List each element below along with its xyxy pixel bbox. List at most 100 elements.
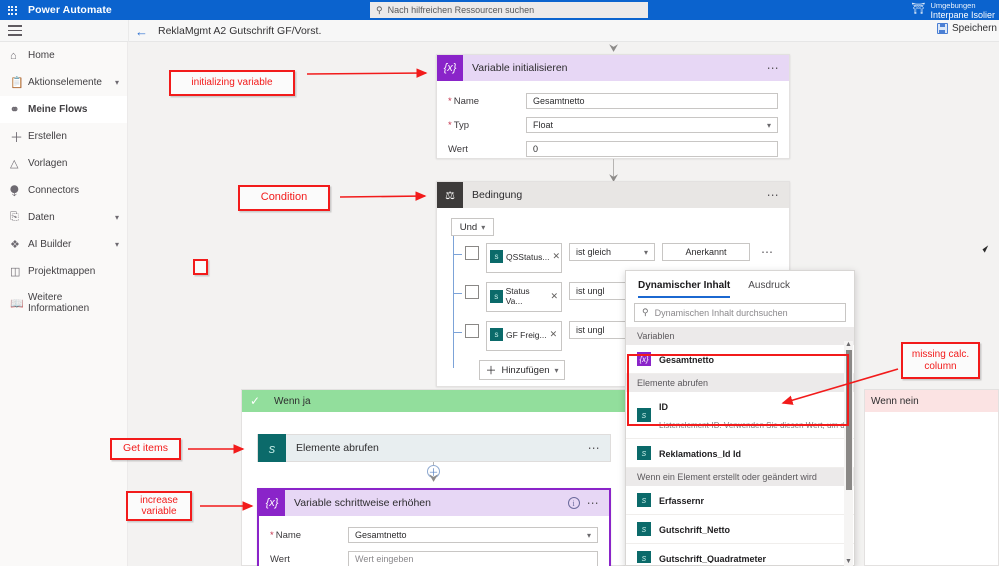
branch-title: Wenn ja [274,395,311,407]
dynamic-item-gutschrift-netto[interactable]: s Gutschrift_Netto [626,515,854,544]
hamburger-menu-icon[interactable] [8,25,22,39]
annotation-label: initializing variable [191,77,273,89]
group-header-elemente-abrufen: Elemente abrufen [626,374,854,392]
action-card-initialize-variable[interactable]: {x} Variable initialisieren ⋯ Name Gesam… [436,54,790,159]
type-select[interactable]: Float ▾ [526,117,778,133]
scrollbar-thumb[interactable] [845,350,852,490]
scroll-down-icon[interactable]: ▼ [845,558,852,566]
field-label: Typ [448,120,526,131]
sharepoint-icon: s [490,289,503,303]
ai-builder-icon: ❖ [10,239,20,251]
sharepoint-icon: s [637,551,651,563]
action-card-increment-variable[interactable]: {x} Variable schrittweise erhöhen i ⋯ Na… [257,488,611,566]
annotation-empty-square [193,259,208,275]
token-label: Status Va... [505,286,530,306]
more-options-icon[interactable]: ⋯ [761,245,774,259]
chevron-down-icon: ▾ [481,222,486,232]
condition-value-input[interactable]: Anerkannt [662,243,750,261]
tab-expression[interactable]: Ausdruck [748,280,790,298]
name-input[interactable]: Gesamtnetto [526,93,778,109]
sidebar-item-vorlagen[interactable]: △ Vorlagen [0,150,127,177]
annotation-label: Condition [260,191,308,204]
dynamic-item-description: Listenelement-ID. Verwenden Sie diesen W… [659,421,854,430]
dynamic-content-search-input[interactable]: ⚲ Dynamischen Inhalt durchsuchen [634,303,846,322]
sidebar-item-daten[interactable]: ⎘ Daten ▾ [0,204,127,231]
environment-picker[interactable]: ⛩ Umgebungen Interpane Isolier [911,1,995,20]
logic-operator-select[interactable]: Und ▾ [451,218,494,236]
environment-value: Interpane Isolier [930,10,995,20]
token-label: QSStatus... [506,251,550,262]
dynamic-content-search-placeholder: Dynamischen Inhalt durchsuchen [654,307,788,318]
add-condition-button[interactable]: ＋ Hinzufügen ▾ [479,360,565,380]
sidebar-item-home[interactable]: ⌂ Home [0,42,127,69]
chevron-down-icon: ▾ [643,247,648,257]
value-input[interactable]: Wert eingeben [348,551,598,566]
sidebar-item-label: Connectors [28,185,80,196]
add-condition-label: Hinzufügen [501,364,550,376]
app-launcher-icon[interactable] [0,5,24,15]
app-brand-title[interactable]: Power Automate [28,4,112,16]
save-icon [936,23,948,34]
sidebar-nav: ⌂ Home 📋 Aktionselemente ▾ ⚭ Meine Flows… [0,42,128,566]
card-title: Variable initialisieren [472,62,568,74]
branch-header-no: Wenn nein [865,390,998,412]
sidebar-item-erstellen[interactable]: ＋ Erstellen [0,123,127,150]
operator-value: ist gleich [576,247,612,257]
condition-row-checkbox[interactable] [465,324,479,338]
tab-dynamic-content[interactable]: Dynamischer Inhalt [638,280,731,298]
more-options-icon[interactable]: ⋯ [587,496,600,510]
dynamic-item-gesamtnetto[interactable]: {x} Gesamtnetto [626,345,854,374]
remove-token-icon[interactable]: ✕ [550,329,558,340]
dynamic-item-gutschrift-quadratmeter[interactable]: s Gutschrift_Quadratmeter [626,544,854,563]
condition-operator-select[interactable]: ist gleich ▾ [569,243,655,261]
power-automate-designer: Power Automate ⚲ Nach hilfreichen Ressou… [0,0,999,566]
global-search-placeholder: Nach hilfreichen Ressourcen suchen [387,5,535,15]
dynamic-item-reklamations-id[interactable]: s Reklamations_Id Id [626,439,854,468]
sharepoint-icon: s [637,408,651,422]
condition-left-operand[interactable]: s QSStatus... ✕ [486,243,562,273]
sidebar-item-projektmappen[interactable]: ◫ Projektmappen [0,258,127,285]
action-card-get-items[interactable]: s Elemente abrufen ⋯ [257,434,611,462]
info-icon[interactable]: i [567,497,580,509]
card-header: ⚖ Bedingung ⋯ [437,182,789,208]
chevron-down-icon: ▾ [586,530,591,540]
variable-icon: {x} [437,55,463,81]
variable-name-select[interactable]: Gesamtnetto ▾ [348,527,598,543]
sidebar-item-label: Daten [28,212,55,223]
more-options-icon[interactable]: ⋯ [588,441,601,455]
learn-icon: 📖 [10,297,24,310]
save-button[interactable]: Speichern [936,23,997,34]
sidebar-item-meine-flows[interactable]: ⚭ Meine Flows [0,96,127,123]
dynamic-item-id[interactable]: s ID Listenelement-ID. Verwenden Sie die… [626,392,854,439]
value-input[interactable]: 0 [526,141,778,157]
field-row-typ: Typ Float ▾ [437,113,789,137]
sharepoint-icon: s [637,446,651,460]
sidebar-item-label: AI Builder [28,239,72,250]
sidebar-item-aktionselemente[interactable]: 📋 Aktionselemente ▾ [0,69,127,96]
field-row-wert: Wert Wert eingeben [259,547,609,566]
scroll-up-icon[interactable]: ▲ [845,341,852,349]
token-label: GF Freig... [506,329,547,340]
operator-value: ist ungl [576,325,605,335]
variable-name-value: Gesamtnetto [355,530,407,540]
global-search-input[interactable]: ⚲ Nach hilfreichen Ressourcen suchen [370,2,648,18]
dynamic-item-erfassernr[interactable]: s Erfassernr [626,486,854,515]
remove-token-icon[interactable]: ✕ [550,291,558,302]
back-arrow-icon[interactable]: ← [135,25,148,38]
remove-token-icon[interactable]: ✕ [552,251,560,262]
sidebar-item-connectors[interactable]: ⧭ Connectors [0,177,127,204]
condition-left-operand[interactable]: s Status Va... ✕ [486,282,562,312]
condition-row-checkbox[interactable] [465,246,479,260]
sidebar-item-ai-builder[interactable]: ❖ AI Builder ▾ [0,231,127,258]
branch-if-no: Wenn nein [864,389,999,566]
condition-row-checkbox[interactable] [465,285,479,299]
condition-left-operand[interactable]: s GF Freig... ✕ [486,321,562,351]
more-options-icon[interactable]: ⋯ [767,61,780,75]
condition-tree-line [453,236,454,368]
more-options-icon[interactable]: ⋯ [767,188,780,202]
sidebar-item-weitere-informationen[interactable]: 📖 Weitere Informationen [0,285,127,321]
database-icon: ⎘ [10,211,19,223]
field-row-name: Name Gesamtnetto ▾ [259,523,609,547]
dynamic-content-scrollbar[interactable]: ▲ ▼ [844,341,853,566]
dynamic-content-tabs: Dynamischer Inhalt Ausdruck [626,271,854,298]
